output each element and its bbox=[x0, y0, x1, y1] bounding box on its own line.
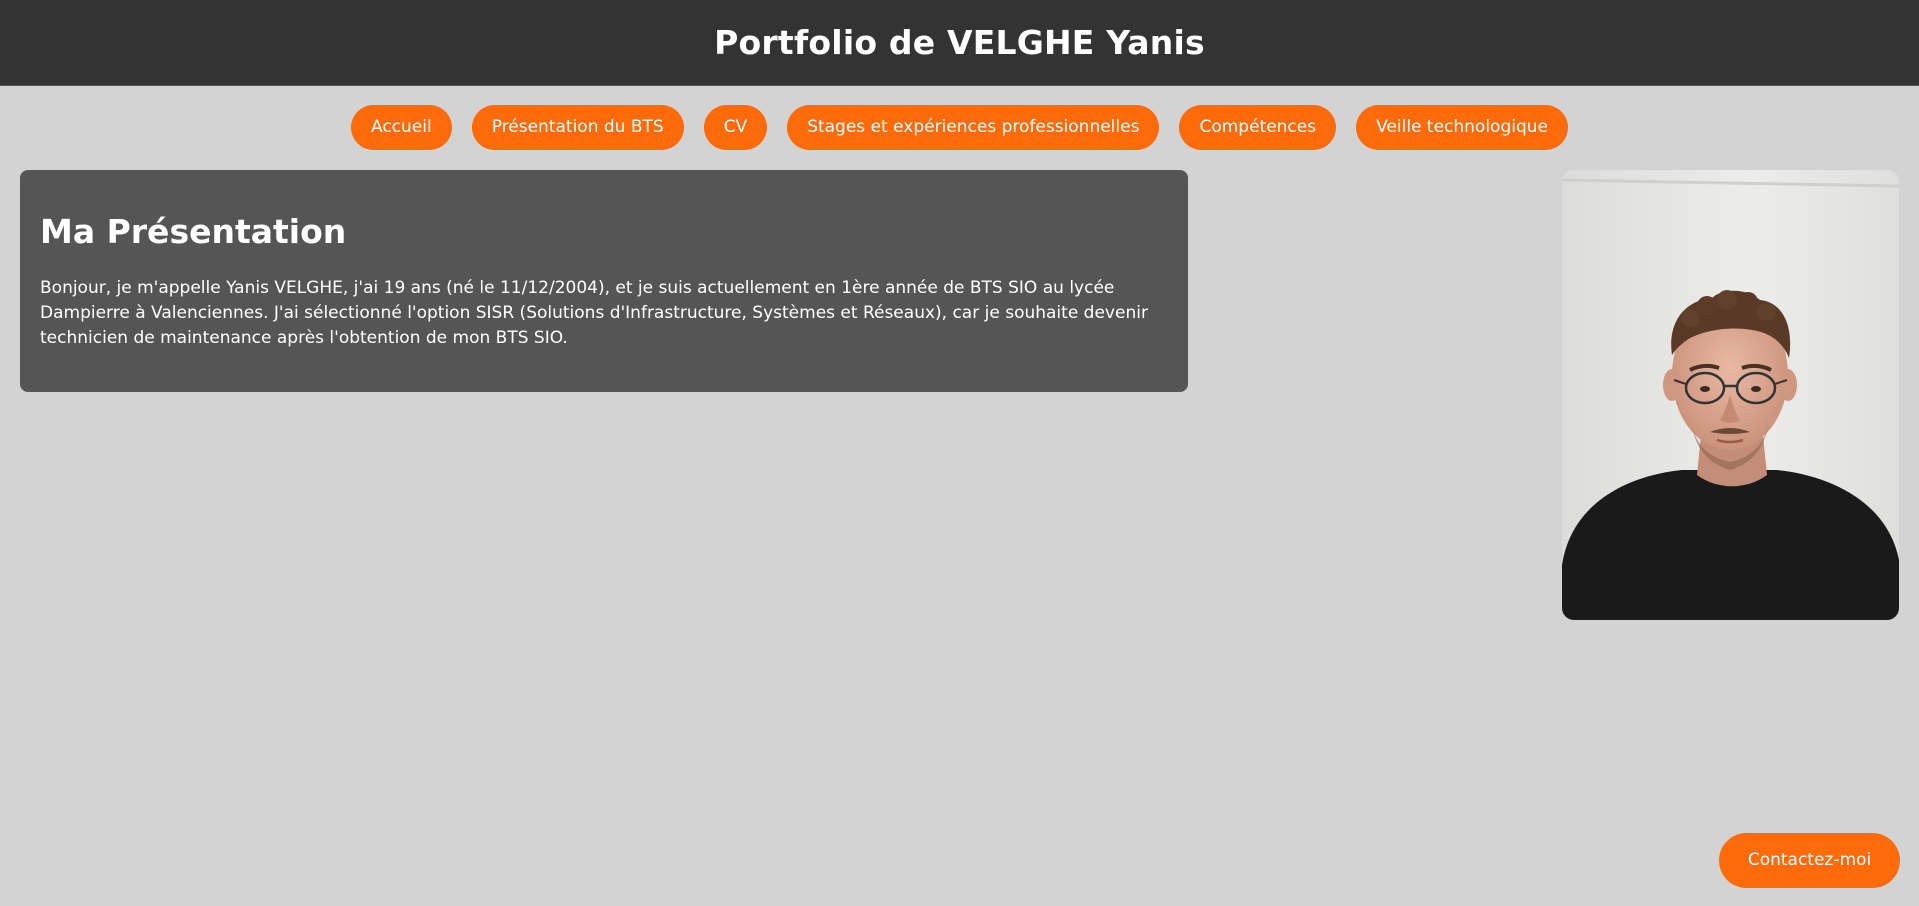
portrait-illustration bbox=[1562, 170, 1899, 620]
nav-item-stages[interactable]: Stages et expériences professionnelles bbox=[787, 105, 1160, 150]
nav-item-accueil[interactable]: Accueil bbox=[350, 105, 452, 150]
nav-item-presentation-bts[interactable]: Présentation du BTS bbox=[471, 105, 684, 150]
nav-item-competences[interactable]: Compétences bbox=[1179, 105, 1337, 150]
presentation-text: Bonjour, je m'appelle Yanis VELGHE, j'ai… bbox=[40, 278, 1148, 348]
nav-item-veille[interactable]: Veille technologique bbox=[1356, 105, 1568, 150]
presentation-card: Ma Présentation Bonjour, je m'appelle Ya… bbox=[20, 170, 1188, 392]
site-header: Portfolio de VELGHE Yanis bbox=[0, 0, 1919, 86]
contact-button[interactable]: Contactez-moi bbox=[1719, 833, 1900, 888]
presentation-title: Ma Présentation bbox=[40, 212, 347, 251]
nav-item-cv[interactable]: CV bbox=[703, 105, 768, 150]
main-nav: Accueil Présentation du BTS CV Stages et… bbox=[0, 105, 1919, 150]
page-title: Portfolio de VELGHE Yanis bbox=[714, 23, 1205, 62]
profile-photo bbox=[1562, 170, 1899, 620]
